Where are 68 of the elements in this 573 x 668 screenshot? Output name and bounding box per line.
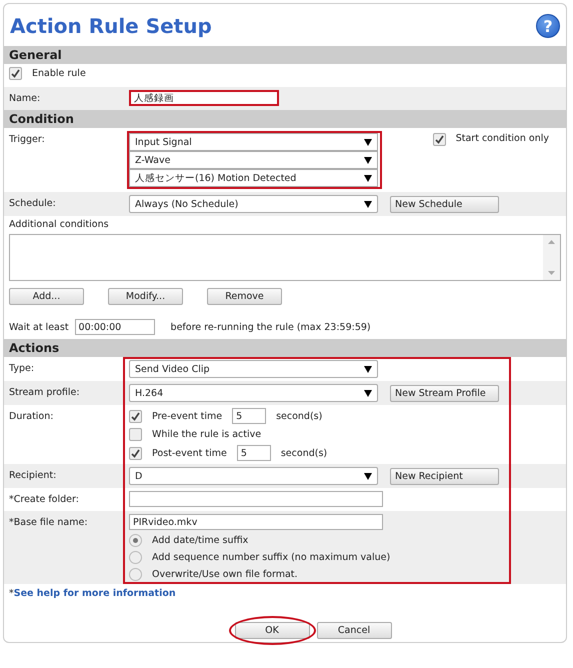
caret-icon [364, 174, 372, 182]
section-header: General [4, 46, 566, 64]
field-label: Duration: [9, 410, 54, 422]
field-label: Name: [9, 92, 42, 104]
radio-button[interactable] [129, 551, 142, 564]
checkbox-label: Start condition only [456, 133, 549, 144]
caret-icon [364, 390, 372, 396]
help-link[interactable]: See help for more information [14, 588, 176, 599]
text-field[interactable] [129, 491, 383, 507]
number-field[interactable]: 5 [232, 408, 266, 424]
checkbox-label: While the rule is active [152, 429, 262, 440]
unit-label: second(s) [280, 448, 328, 458]
section-header: Condition [4, 110, 566, 128]
radio-button[interactable] [129, 534, 142, 547]
checkbox[interactable] [9, 67, 22, 80]
caret-icon [364, 200, 372, 208]
number-field[interactable]: 5 [236, 445, 271, 461]
section-header: Actions [4, 339, 566, 357]
caret-icon [364, 138, 372, 146]
time-field[interactable]: 00:00:00 [74, 319, 155, 335]
field-label: Stream profile: [9, 386, 81, 398]
field-label: Trigger: [9, 133, 46, 145]
checkbox[interactable] [129, 428, 142, 441]
field-label: *Base file name: [9, 516, 89, 528]
hint-text: before re-running the rule (max 23:59:59) [170, 322, 371, 332]
action-button[interactable]: Modify... [108, 288, 183, 305]
checkbox-label: Pre-event time [152, 410, 222, 422]
checkbox-label: Enable rule [32, 68, 86, 79]
radio-button[interactable] [129, 568, 142, 581]
field-label: *Create folder: [9, 493, 80, 505]
dropdown[interactable]: Always (No Schedule) [129, 195, 378, 213]
new-button[interactable]: New Schedule [390, 196, 499, 212]
new-button[interactable]: New Recipient [390, 468, 499, 484]
page-title: Action Rule Setup [10, 14, 212, 38]
dropdown[interactable]: Z-Wave [129, 151, 378, 169]
dropdown[interactable]: H.264 [129, 384, 378, 402]
caret-icon [364, 366, 372, 372]
unit-label: second(s) [276, 410, 322, 422]
scroll-up-icon[interactable] [548, 240, 555, 244]
checkbox[interactable] [129, 446, 142, 460]
checkbox-label: Post-event time [152, 448, 227, 458]
dropdown[interactable]: 人感センサー(16) Motion Detected [129, 169, 378, 187]
field-label: Type: [9, 362, 36, 374]
caret-icon [364, 156, 372, 164]
caret-icon [364, 472, 372, 480]
dropdown[interactable]: Send Video Clip [129, 360, 378, 378]
checkbox[interactable] [129, 410, 142, 422]
action-button[interactable]: Add... [9, 288, 84, 305]
section-label: Additional conditions [9, 219, 109, 230]
checkbox[interactable] [432, 133, 446, 146]
scroll-down-icon[interactable] [548, 271, 555, 275]
field-label: Schedule: [9, 197, 57, 209]
dialog-button[interactable]: OK [234, 622, 310, 639]
radio-label: Overwrite/Use own file format. [152, 569, 298, 580]
footnote-mark: * [9, 588, 14, 599]
dialog-button[interactable]: Cancel [316, 622, 392, 639]
scrollbar[interactable] [543, 235, 560, 280]
text-field[interactable]: 人感録画 [129, 90, 279, 106]
text-field[interactable]: PIRvideo.mkv [129, 514, 383, 530]
radio-label: Add sequence number suffix (no maximum value) [152, 552, 390, 563]
field-label: Recipient: [9, 469, 58, 481]
action-button[interactable]: Remove [207, 288, 282, 305]
radio-label: Add date/time suffix [152, 535, 248, 546]
new-button[interactable]: New Stream Profile [390, 384, 499, 402]
conditions-list[interactable] [9, 234, 561, 281]
dropdown[interactable]: D [129, 467, 378, 485]
field-label: Wait at least [9, 322, 69, 332]
dropdown[interactable]: Input Signal [129, 133, 378, 151]
